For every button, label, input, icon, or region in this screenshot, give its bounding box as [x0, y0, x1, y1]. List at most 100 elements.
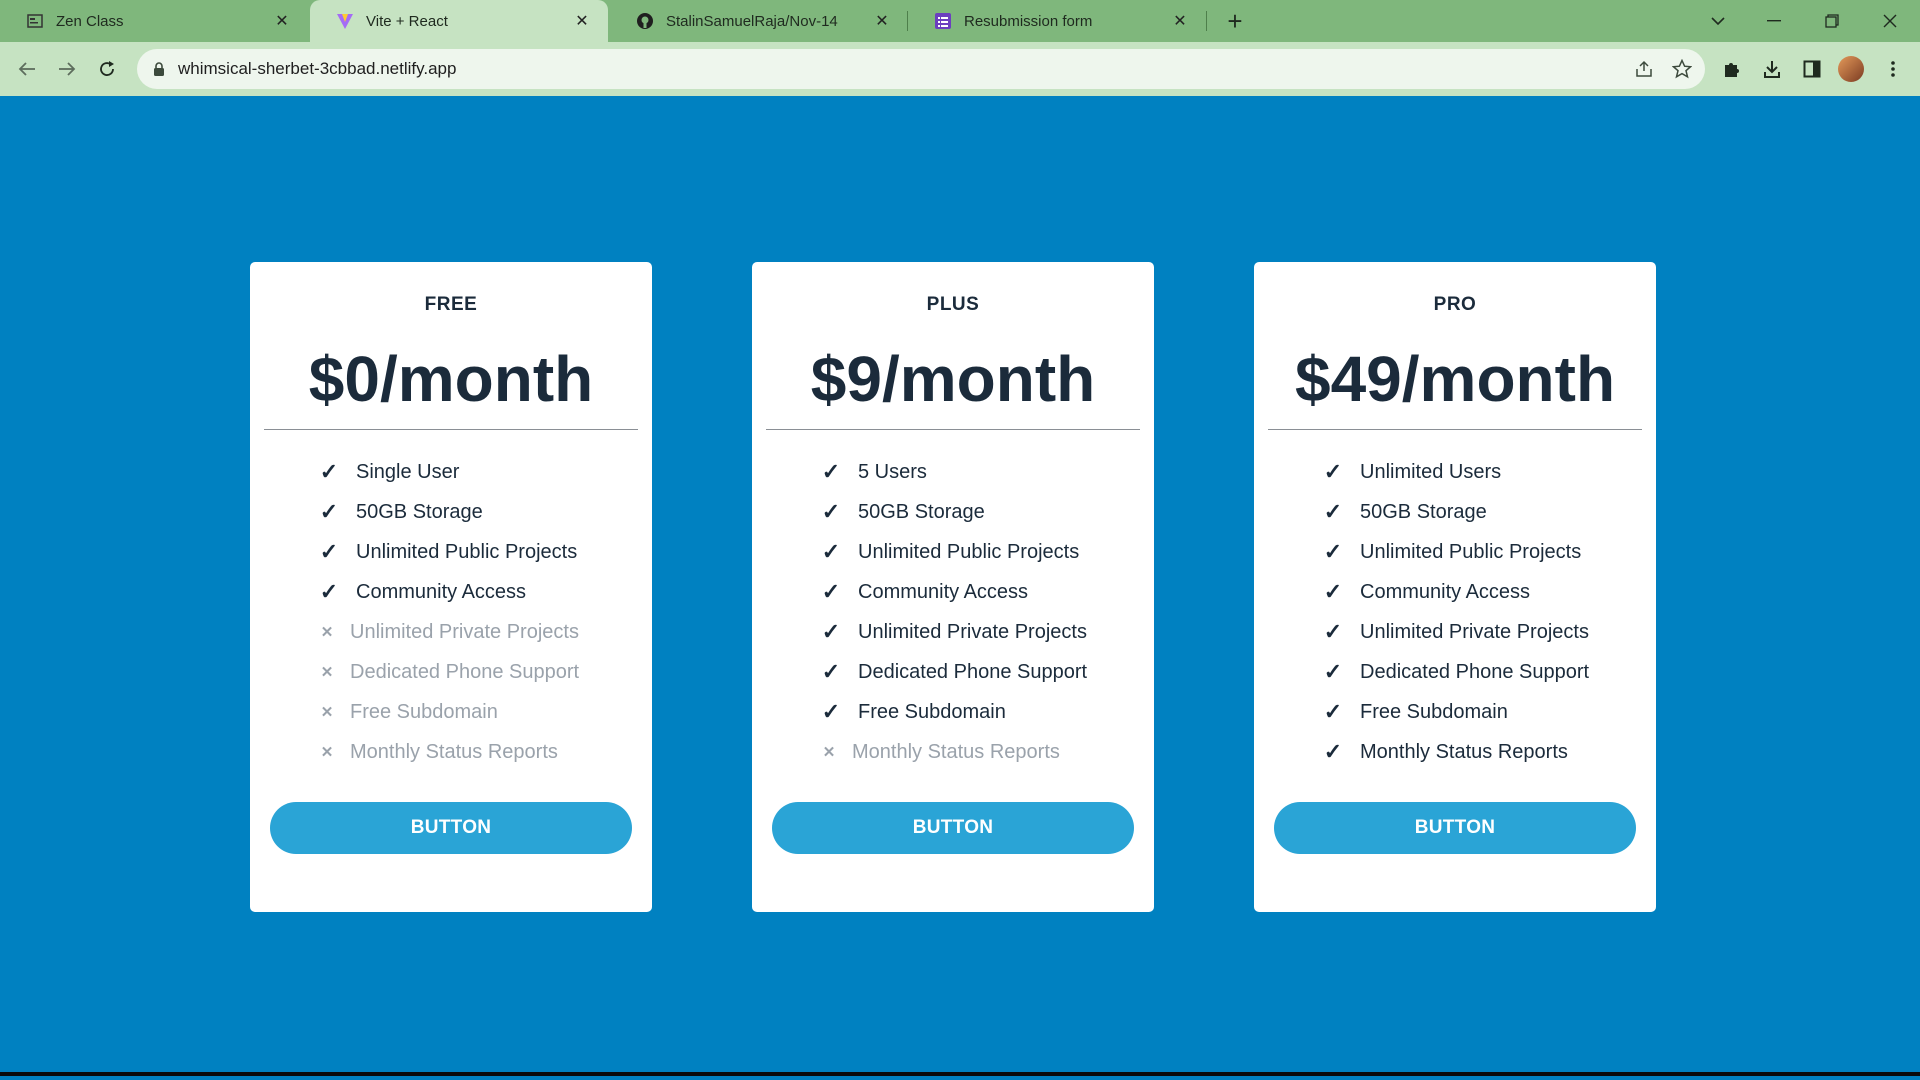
feature-item: ✓ Free Subdomain	[1254, 692, 1656, 732]
feature-label: Single User	[356, 460, 460, 483]
plan-name: PRO	[1433, 294, 1477, 315]
close-tab-icon[interactable]: ✕	[572, 11, 592, 31]
download-icon[interactable]	[1757, 54, 1787, 84]
feature-label: Community Access	[1360, 580, 1531, 603]
feature-label: Monthly Status Reports	[1360, 740, 1568, 763]
feature-list: ✓ Single User ✓ 50GB Storage ✓ Unlimited Pu…	[250, 452, 652, 772]
tab-title: StalinSamuelRaja/Nov-14	[666, 12, 838, 30]
check-icon: ✓	[319, 499, 339, 524]
feature-item: ✓ Unlimited Private Projects	[752, 612, 1154, 652]
divider	[1268, 429, 1642, 430]
reload-icon[interactable]	[92, 54, 122, 84]
feature-item: ✓ 50GB Storage	[250, 492, 652, 532]
feature-label: Dedicated Phone Support	[858, 660, 1088, 683]
check-icon: ✓	[1323, 699, 1343, 724]
feature-item: ✓ 5 Users	[752, 452, 1154, 492]
bookmark-star-icon[interactable]	[1670, 57, 1694, 81]
times-icon: ✕	[320, 624, 334, 641]
check-icon: ✓	[1323, 619, 1343, 644]
check-icon: ✓	[319, 579, 339, 604]
feature-label: Community Access	[356, 580, 527, 603]
minimize-icon[interactable]	[1756, 6, 1792, 36]
close-tab-icon[interactable]: ✕	[1170, 11, 1190, 31]
feature-item: ✓ Community Access	[1254, 572, 1656, 612]
close-tab-icon[interactable]: ✕	[872, 11, 892, 31]
tab-github[interactable]: StalinSamuelRaja/Nov-14 ✕	[610, 0, 908, 42]
feature-list: ✓ 5 Users ✓ 50GB Storage ✓ Unlimited Public…	[752, 452, 1154, 772]
close-window-icon[interactable]	[1872, 6, 1908, 36]
lock-icon[interactable]	[151, 61, 167, 77]
feature-item-excluded: ✕ Monthly Status Reports	[752, 732, 1154, 772]
pricing-card-pro: PRO $49/month ✓ Unlimited Users ✓ 50GB Sto…	[1254, 262, 1656, 912]
forward-arrow-icon[interactable]	[52, 54, 82, 84]
back-arrow-icon[interactable]	[12, 54, 42, 84]
times-icon: ✕	[320, 704, 334, 721]
vite-icon	[336, 12, 354, 30]
plan-name: FREE	[424, 294, 478, 315]
url-text[interactable]: whimsical-sherbet-3cbbad.netlify.app	[178, 49, 456, 89]
feature-item-excluded: ✕ Unlimited Private Projects	[250, 612, 652, 652]
feature-item: ✓ Dedicated Phone Support	[1254, 652, 1656, 692]
share-icon[interactable]	[1632, 57, 1656, 81]
check-icon: ✓	[319, 539, 339, 564]
feature-item: ✓ Unlimited Private Projects	[1254, 612, 1656, 652]
check-icon: ✓	[821, 699, 841, 724]
feature-item: ✓ Single User	[250, 452, 652, 492]
feature-item: ✓ 50GB Storage	[752, 492, 1154, 532]
feature-label: Monthly Status Reports	[350, 740, 558, 763]
feature-label: Unlimited Private Projects	[1360, 620, 1589, 643]
free-plan-button[interactable]: BUTTON	[270, 802, 632, 854]
check-icon: ✓	[319, 459, 339, 484]
feature-item-excluded: ✕ Dedicated Phone Support	[250, 652, 652, 692]
feature-item-excluded: ✕ Free Subdomain	[250, 692, 652, 732]
times-icon: ✕	[320, 744, 334, 761]
restore-icon[interactable]	[1814, 6, 1850, 36]
feature-label: Unlimited Private Projects	[858, 620, 1087, 643]
divider	[264, 429, 638, 430]
times-icon: ✕	[320, 664, 334, 681]
times-icon: ✕	[822, 744, 836, 761]
feature-item: ✓ Unlimited Public Projects	[1254, 532, 1656, 572]
feature-label: Community Access	[858, 580, 1029, 603]
bottom-edge	[0, 1072, 1920, 1076]
plan-price: $0/month	[308, 343, 594, 415]
address-bar[interactable]: whimsical-sherbet-3cbbad.netlify.app	[137, 49, 1705, 89]
tab-resubmission-form[interactable]: Resubmission form ✕	[908, 0, 1206, 42]
feature-item: ✓ Dedicated Phone Support	[752, 652, 1154, 692]
check-icon: ✓	[821, 499, 841, 524]
profile-avatar[interactable]	[1838, 56, 1864, 82]
feature-label: Dedicated Phone Support	[350, 660, 580, 683]
feature-label: 50GB Storage	[356, 500, 483, 523]
feature-label: Free Subdomain	[858, 700, 1006, 723]
new-tab-plus-icon[interactable]: +	[1222, 8, 1248, 34]
tab-search-chevron-icon[interactable]	[1700, 6, 1736, 36]
feature-item-excluded: ✕ Monthly Status Reports	[250, 732, 652, 772]
feature-label: Unlimited Users	[1360, 460, 1502, 483]
feature-label: 50GB Storage	[1360, 500, 1487, 523]
feature-item: ✓ Unlimited Public Projects	[250, 532, 652, 572]
plan-price: $49/month	[1294, 343, 1616, 415]
menu-kebab-icon[interactable]	[1878, 54, 1908, 84]
tab-zen-class[interactable]: Zen Class ✕	[0, 0, 308, 42]
close-tab-icon[interactable]: ✕	[272, 11, 292, 31]
check-icon: ✓	[821, 539, 841, 564]
github-icon	[636, 12, 654, 30]
pricing-card-plus: PLUS $9/month ✓ 5 Users ✓ 50GB Storage ✓ Un…	[752, 262, 1154, 912]
plus-plan-button[interactable]: BUTTON	[772, 802, 1134, 854]
pro-plan-button[interactable]: BUTTON	[1274, 802, 1636, 854]
check-icon: ✓	[821, 619, 841, 644]
feature-label: Unlimited Public Projects	[1360, 540, 1582, 563]
check-icon: ✓	[1323, 739, 1343, 764]
check-icon: ✓	[821, 459, 841, 484]
plan-price: $9/month	[810, 343, 1096, 415]
feature-label: 50GB Storage	[858, 500, 985, 523]
divider	[766, 429, 1140, 430]
tab-vite-react[interactable]: Vite + React ✕	[310, 0, 608, 42]
check-icon: ✓	[1323, 659, 1343, 684]
feature-item: ✓ 50GB Storage	[1254, 492, 1656, 532]
extensions-puzzle-icon[interactable]	[1717, 54, 1747, 84]
pricing-card-free: FREE $0/month ✓ Single User ✓ 50GB Storage…	[250, 262, 652, 912]
feature-label: Free Subdomain	[1360, 700, 1508, 723]
side-panel-icon[interactable]	[1797, 54, 1827, 84]
browser-toolbar: whimsical-sherbet-3cbbad.netlify.app	[0, 42, 1920, 96]
